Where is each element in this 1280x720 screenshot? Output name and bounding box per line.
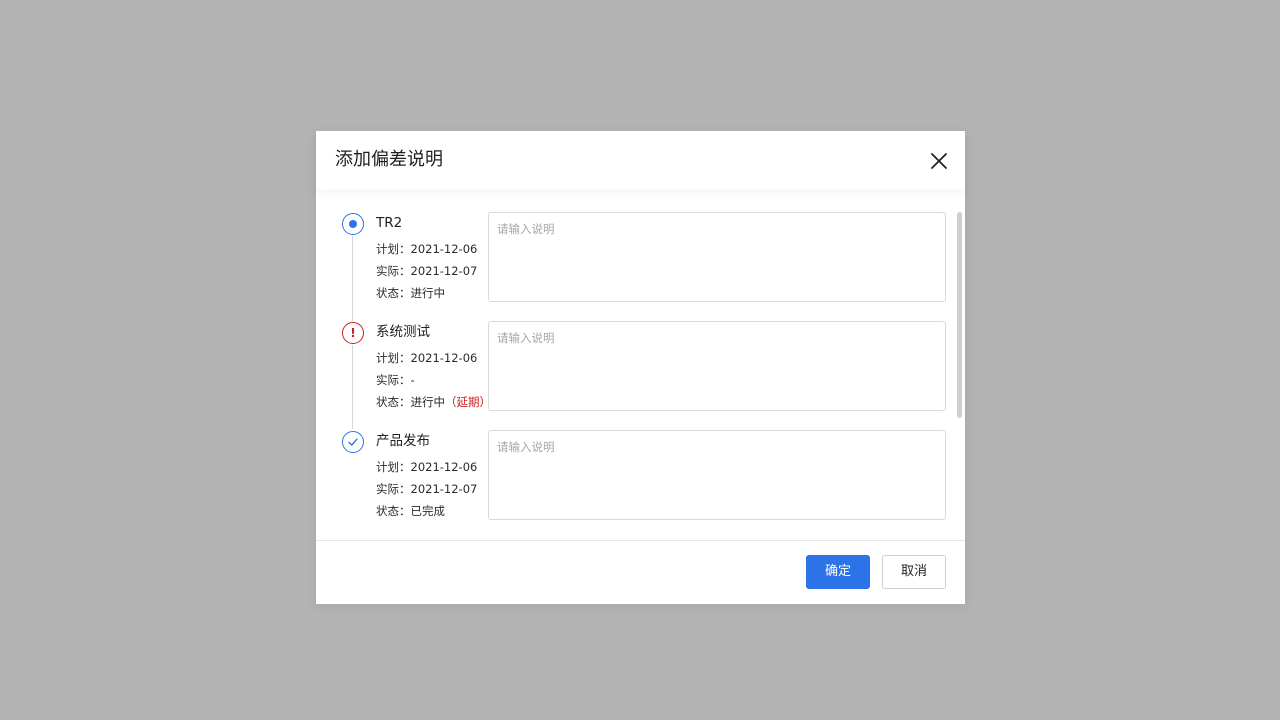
milestone-name: TR2 xyxy=(376,215,403,231)
close-button[interactable] xyxy=(928,150,950,172)
check-circle-icon xyxy=(342,431,364,453)
milestone-actual-date: 实际：2021-12-07 xyxy=(376,264,478,278)
warning-icon: ! xyxy=(342,322,364,344)
deviation-description-input[interactable] xyxy=(488,321,946,411)
milestone-name: 系统测试 xyxy=(376,324,430,340)
add-deviation-dialog: 添加偏差说明 TR2 计划：2021-12-06 实际：2021-12-07 状… xyxy=(316,131,965,604)
deviation-description-input[interactable] xyxy=(488,430,946,520)
scrollbar-thumb[interactable] xyxy=(957,212,962,418)
milestone-actual-date: 实际：- xyxy=(376,373,415,387)
close-icon xyxy=(931,153,947,169)
milestone-plan-date: 计划：2021-12-06 xyxy=(376,351,478,365)
dialog-footer: 确定 取消 xyxy=(316,540,965,604)
confirm-button[interactable]: 确定 xyxy=(806,555,870,589)
milestone-plan-date: 计划：2021-12-06 xyxy=(376,460,478,474)
milestone-item: TR2 计划：2021-12-06 实际：2021-12-07 状态：进行中 xyxy=(316,189,956,302)
milestone-status-text: 状态：已完成 xyxy=(376,504,445,518)
dialog-body: TR2 计划：2021-12-06 实际：2021-12-07 状态：进行中 !… xyxy=(316,189,965,540)
current-dot-icon xyxy=(342,213,364,235)
deviation-description-input[interactable] xyxy=(488,212,946,302)
milestone-name: 产品发布 xyxy=(376,433,430,449)
milestone-item: ! 系统测试 计划：2021-12-06 实际：- 状态：进行中（延期） xyxy=(316,298,956,411)
dialog-title: 添加偏差说明 xyxy=(335,149,443,170)
milestone-item: 产品发布 计划：2021-12-06 实际：2021-12-07 状态：已完成 xyxy=(316,407,956,520)
milestone-status: 状态：已完成 xyxy=(376,503,445,519)
cancel-button[interactable]: 取消 xyxy=(882,555,946,589)
dialog-header: 添加偏差说明 xyxy=(316,131,965,189)
milestone-actual-date: 实际：2021-12-07 xyxy=(376,482,478,496)
milestone-plan-date: 计划：2021-12-06 xyxy=(376,242,478,256)
